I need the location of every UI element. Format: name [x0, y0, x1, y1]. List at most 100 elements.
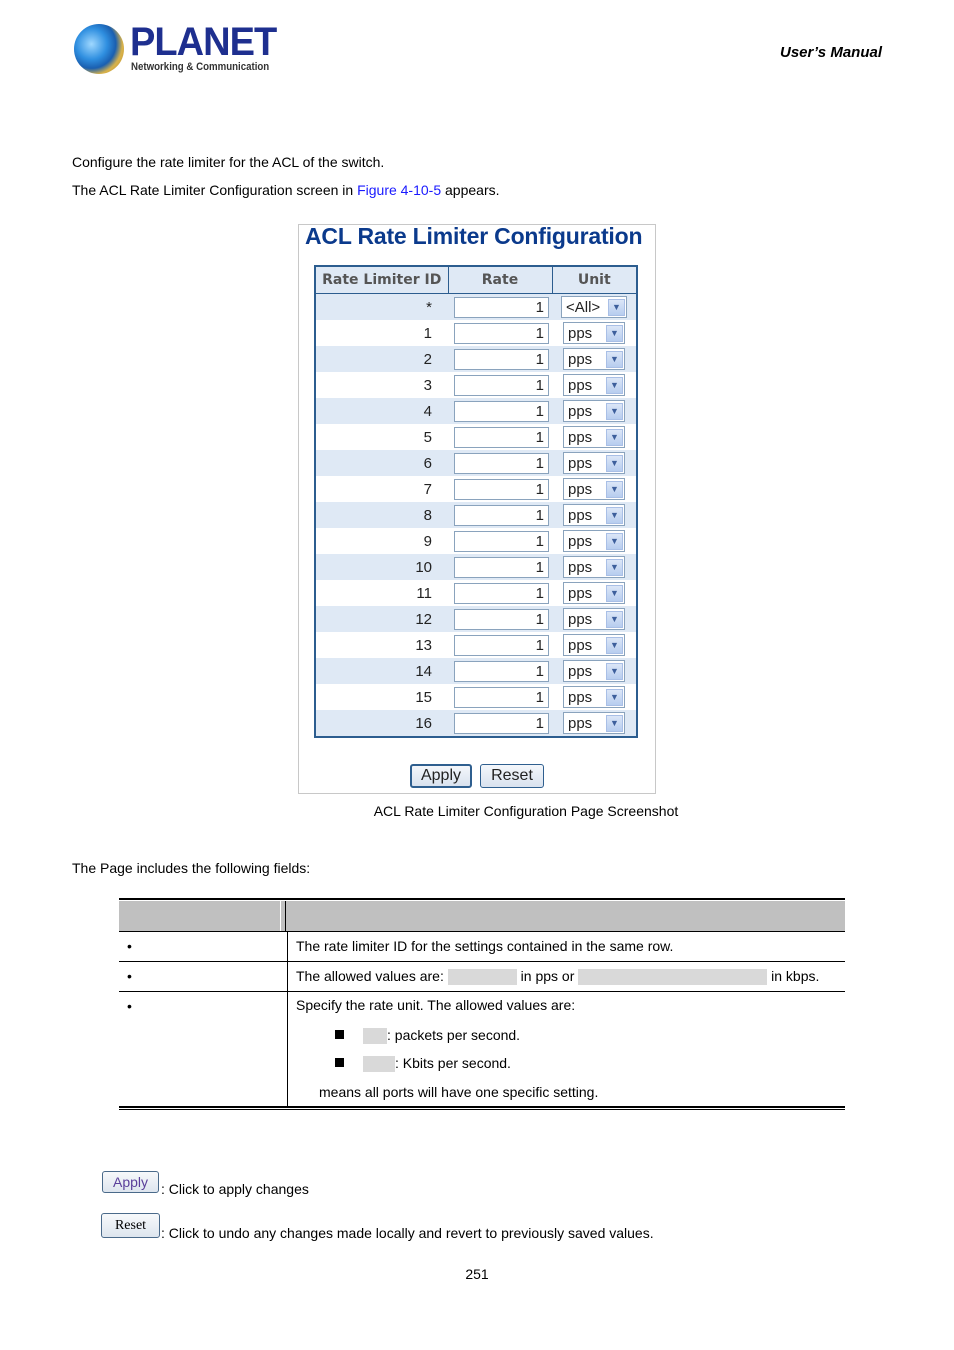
rate-input[interactable]: 1	[454, 452, 549, 474]
chevron-down-icon[interactable]: ▼	[606, 454, 623, 472]
redacted-value	[578, 969, 768, 986]
intro-text-end: appears.	[441, 182, 500, 198]
column-header-id: Rate Limiter ID	[314, 265, 449, 294]
unit-select[interactable]: pps ▼	[563, 452, 625, 474]
logo-text: PLANET	[130, 20, 277, 64]
chevron-down-icon[interactable]: ▼	[606, 480, 623, 498]
unit-select[interactable]: pps ▼	[563, 686, 625, 708]
chevron-down-icon[interactable]: ▼	[606, 324, 623, 342]
table-row: 5 1 pps ▼	[315, 424, 637, 450]
rate-input[interactable]: 1	[454, 686, 549, 708]
fields-intro: The Page includes the following fields:	[72, 860, 311, 876]
unit-value: <All>	[566, 298, 601, 316]
rate-desc-part: in pps or	[516, 968, 579, 984]
rate-limiter-id: 15	[315, 684, 448, 710]
table-row: 10 1 pps ▼	[315, 554, 637, 580]
unit-select[interactable]: pps ▼	[563, 348, 625, 370]
bullet: •	[127, 968, 132, 984]
unit-select[interactable]: pps ▼	[563, 504, 625, 526]
rate-input[interactable]: 1	[454, 426, 549, 448]
chevron-down-icon[interactable]: ▼	[606, 584, 623, 602]
chevron-down-icon[interactable]: ▼	[606, 506, 623, 524]
square-bullet-icon	[335, 1030, 344, 1039]
unit-select[interactable]: pps ▼	[563, 608, 625, 630]
users-manual-label: User’s Manual	[780, 44, 882, 61]
chevron-down-icon[interactable]: ▼	[608, 298, 625, 316]
table-header	[119, 901, 845, 931]
row-divider	[119, 931, 845, 932]
chevron-down-icon[interactable]: ▼	[606, 402, 623, 420]
chevron-down-icon[interactable]: ▼	[606, 376, 623, 394]
chevron-down-icon[interactable]: ▼	[606, 428, 623, 446]
chevron-down-icon[interactable]: ▼	[606, 636, 623, 654]
unit-select[interactable]: pps ▼	[563, 530, 625, 552]
rate-input[interactable]: 1	[454, 296, 549, 318]
unit-value: pps	[568, 480, 593, 498]
field-desc-id: The rate limiter ID for the settings con…	[296, 938, 674, 954]
unit-value: pps	[568, 636, 593, 654]
planet-logo: PLANET Networking & Communication	[74, 20, 277, 78]
rate-input[interactable]: 1	[454, 608, 549, 630]
unit-select[interactable]: <All> ▼	[561, 296, 627, 318]
logo-tagline: Networking & Communication	[131, 61, 270, 73]
unit-select[interactable]: pps ▼	[563, 478, 625, 500]
rate-limiter-id: 5	[315, 424, 448, 450]
rate-input[interactable]: 1	[454, 530, 549, 552]
reset-button[interactable]: Reset	[480, 764, 544, 788]
chevron-down-icon[interactable]: ▼	[606, 662, 623, 680]
rate-input[interactable]: 1	[454, 400, 549, 422]
rate-limiter-id: 3	[315, 372, 448, 398]
chevron-down-icon[interactable]: ▼	[606, 350, 623, 368]
redacted-value	[363, 1028, 387, 1045]
chevron-down-icon[interactable]: ▼	[606, 610, 623, 628]
unit-option-pps: : packets per second.	[363, 1027, 520, 1045]
rate-input[interactable]: 1	[454, 582, 549, 604]
reset-button-sample[interactable]: Reset	[101, 1213, 160, 1238]
unit-select[interactable]: pps ▼	[563, 660, 625, 682]
unit-value: pps	[568, 454, 593, 472]
chevron-down-icon[interactable]: ▼	[606, 688, 623, 706]
unit-value: pps	[568, 350, 593, 368]
rate-limiter-id: 14	[315, 658, 448, 684]
rate-input[interactable]: 1	[454, 660, 549, 682]
unit-select[interactable]: pps ▼	[563, 426, 625, 448]
unit-value: pps	[568, 428, 593, 446]
rate-input[interactable]: 1	[454, 322, 549, 344]
apply-button[interactable]: Apply	[410, 764, 472, 788]
table-top-rule	[119, 898, 845, 900]
unit-select[interactable]: pps ▼	[563, 712, 625, 734]
rate-limiter-id: 13	[315, 632, 448, 658]
unit-select[interactable]: pps ▼	[563, 322, 625, 344]
table-row: 13 1 pps ▼	[315, 632, 637, 658]
unit-select[interactable]: pps ▼	[563, 556, 625, 578]
apply-button-sample[interactable]: Apply	[102, 1171, 159, 1193]
rate-input[interactable]: 1	[454, 712, 549, 734]
rate-input[interactable]: 1	[454, 348, 549, 370]
unit-select[interactable]: pps ▼	[563, 374, 625, 396]
unit-select[interactable]: pps ▼	[563, 400, 625, 422]
table-row: 9 1 pps ▼	[315, 528, 637, 554]
table-row: 11 1 pps ▼	[315, 580, 637, 606]
chevron-down-icon[interactable]: ▼	[606, 714, 623, 732]
apply-description: : Click to apply changes	[161, 1181, 309, 1197]
column-header-unit: Unit	[551, 265, 638, 294]
table-row: 8 1 pps ▼	[315, 502, 637, 528]
figure-link[interactable]: Figure 4-10-5	[357, 182, 441, 198]
chevron-down-icon[interactable]: ▼	[606, 558, 623, 576]
unit-select[interactable]: pps ▼	[563, 634, 625, 656]
rate-limiter-id: *	[315, 293, 448, 320]
rate-input[interactable]: 1	[454, 504, 549, 526]
unit-value: pps	[568, 324, 593, 342]
unit-select[interactable]: pps ▼	[563, 582, 625, 604]
bullet: •	[127, 998, 132, 1014]
chevron-down-icon[interactable]: ▼	[606, 532, 623, 550]
unit-value: pps	[568, 376, 593, 394]
rate-input[interactable]: 1	[454, 374, 549, 396]
rate-limiter-id: 9	[315, 528, 448, 554]
table-row: 3 1 pps ▼	[315, 372, 637, 398]
table-row: 16 1 pps ▼	[315, 710, 637, 737]
table-row: 4 1 pps ▼	[315, 398, 637, 424]
rate-input[interactable]: 1	[454, 478, 549, 500]
rate-input[interactable]: 1	[454, 556, 549, 578]
rate-input[interactable]: 1	[454, 634, 549, 656]
